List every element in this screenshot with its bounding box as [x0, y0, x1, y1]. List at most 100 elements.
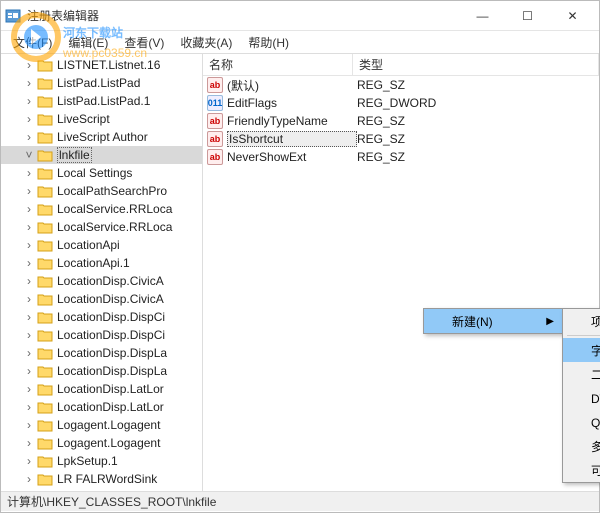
- tree-item[interactable]: ›LocalPathSearchPro: [1, 182, 202, 200]
- list-row[interactable]: abIsShortcutREG_SZ: [203, 130, 599, 148]
- tree-item[interactable]: › LocationApi: [1, 236, 202, 254]
- tree-item[interactable]: ›ListPad.ListPad: [1, 74, 202, 92]
- expand-icon[interactable]: ›: [23, 274, 35, 288]
- expand-icon[interactable]: ›: [23, 364, 35, 378]
- menu-file[interactable]: 文件(F): [5, 32, 60, 53]
- col-name[interactable]: 名称: [203, 54, 353, 75]
- folder-icon: [37, 184, 53, 198]
- tree-item[interactable]: › ListPad.ListPad.1: [1, 92, 202, 110]
- expand-icon[interactable]: ›: [23, 256, 35, 270]
- titlebar[interactable]: 注册表编辑器 — ☐ ✕: [1, 1, 599, 31]
- folder-icon: [37, 292, 53, 306]
- list-row[interactable]: 011EditFlagsREG_DWORD: [203, 94, 599, 112]
- col-type[interactable]: 类型: [353, 54, 599, 75]
- app-icon: [5, 8, 21, 24]
- tree-item[interactable]: ›LocationDisp.DispCi: [1, 326, 202, 344]
- tree-item[interactable]: ˅lnkfile: [1, 146, 202, 164]
- tree-item[interactable]: ›LpkSetup.1: [1, 452, 202, 470]
- ctx-menu-item[interactable]: QWORD (64 位)值(Q): [563, 410, 600, 434]
- expand-icon[interactable]: ›: [23, 310, 35, 324]
- ctx-menu-item[interactable]: DWORD (32 位)值(D): [563, 386, 600, 410]
- tree-item-label: LocationDisp.DispLa: [57, 346, 167, 360]
- tree-item[interactable]: ›LocationDisp.LatLor: [1, 398, 202, 416]
- tree-panel[interactable]: ›LISTNET.Listnet.16›ListPad.ListPad›List…: [1, 54, 203, 491]
- expand-icon[interactable]: ›: [23, 166, 35, 180]
- maximize-button[interactable]: ☐: [505, 2, 550, 30]
- expand-icon[interactable]: ›: [23, 220, 35, 234]
- tree-item[interactable]: ›LocationDisp.DispCi: [1, 308, 202, 326]
- expand-icon[interactable]: ›: [23, 76, 35, 90]
- value-type: REG_SZ: [357, 132, 405, 146]
- folder-icon: [37, 364, 53, 378]
- tree-item[interactable]: › Logagent.Logagent: [1, 416, 202, 434]
- folder-icon: [37, 454, 53, 468]
- expand-icon[interactable]: ›: [23, 346, 35, 360]
- expand-icon[interactable]: ˅: [23, 148, 35, 162]
- menu-edit[interactable]: 编辑(E): [60, 32, 116, 53]
- window-frame: 注册表编辑器 — ☐ ✕ 文件(F) 编辑(E) 查看(V) 收藏夹(A) 帮助…: [0, 0, 600, 513]
- ctx-menu-item[interactable]: 项(K): [563, 309, 600, 333]
- list-panel[interactable]: 名称 类型 ab(默认)REG_SZ011EditFlagsREG_DWORDa…: [203, 54, 599, 491]
- folder-icon: [37, 166, 53, 180]
- menu-help[interactable]: 帮助(H): [240, 32, 297, 53]
- tree-item[interactable]: › LocalService.RRLoca: [1, 200, 202, 218]
- tree-item[interactable]: › Local Settings: [1, 164, 202, 182]
- ctx-new[interactable]: 新建(N) ▶: [424, 309, 562, 333]
- expand-icon[interactable]: ›: [23, 94, 35, 108]
- tree-item-label: LocalService.RRLoca: [57, 202, 172, 216]
- value-type: REG_SZ: [357, 114, 405, 128]
- tree-item-label: LocationApi.1: [57, 256, 130, 270]
- expand-icon[interactable]: ›: [23, 400, 35, 414]
- close-button[interactable]: ✕: [550, 2, 595, 30]
- expand-icon[interactable]: ›: [23, 238, 35, 252]
- expand-icon[interactable]: ›: [23, 382, 35, 396]
- folder-icon: [37, 400, 53, 414]
- expand-icon[interactable]: ›: [23, 130, 35, 144]
- tree-item[interactable]: › LR FALRWordSink: [1, 470, 202, 488]
- expand-icon[interactable]: ›: [23, 58, 35, 72]
- tree-item-label: LISTNET.Listnet.16: [57, 58, 160, 72]
- tree-item[interactable]: ›LiveScript Author: [1, 128, 202, 146]
- expand-icon[interactable]: ›: [23, 418, 35, 432]
- expand-icon[interactable]: ›: [23, 184, 35, 198]
- ctx-menu-item[interactable]: 可扩充字符串值(E): [563, 458, 600, 482]
- expand-icon[interactable]: ›: [23, 292, 35, 306]
- list-row[interactable]: ab(默认)REG_SZ: [203, 76, 599, 94]
- tree-item-label: Local Settings: [57, 166, 132, 180]
- tree-item[interactable]: ›Logagent.Logagent: [1, 434, 202, 452]
- value-name: IsShortcut: [227, 131, 357, 147]
- list-row[interactable]: abNeverShowExtREG_SZ: [203, 148, 599, 166]
- ctx-menu-item[interactable]: 多字符串值(M): [563, 434, 600, 458]
- ctx-menu-item[interactable]: 二进制值(B): [563, 362, 600, 386]
- menu-favorites[interactable]: 收藏夹(A): [172, 32, 240, 53]
- tree-item-label: ListPad.ListPad.1: [57, 94, 150, 108]
- tree-item[interactable]: ›LocalService.RRLoca: [1, 218, 202, 236]
- tree-item[interactable]: ›LocationDisp.DispLa: [1, 362, 202, 380]
- tree-item[interactable]: › LiveScript: [1, 110, 202, 128]
- tree-item[interactable]: ›LocationDisp.CivicA: [1, 272, 202, 290]
- expand-icon[interactable]: ›: [23, 202, 35, 216]
- tree-item-label: LiveScript: [57, 112, 110, 126]
- tree-item[interactable]: › LocationDisp.LatLor: [1, 380, 202, 398]
- tree-item-label: LocationDisp.LatLor: [57, 382, 164, 396]
- menubar: 文件(F) 编辑(E) 查看(V) 收藏夹(A) 帮助(H): [1, 31, 599, 53]
- menu-view[interactable]: 查看(V): [116, 32, 172, 53]
- tree-item[interactable]: › LISTNET.Listnet.16: [1, 56, 202, 74]
- expand-icon[interactable]: ›: [23, 436, 35, 450]
- expand-icon[interactable]: ›: [23, 328, 35, 342]
- expand-icon[interactable]: ›: [23, 472, 35, 486]
- list-row[interactable]: abFriendlyTypeNameREG_SZ: [203, 112, 599, 130]
- minimize-button[interactable]: —: [460, 2, 505, 30]
- tree-item[interactable]: › LocationDisp.DispLa: [1, 344, 202, 362]
- folder-icon: [37, 274, 53, 288]
- ctx-item-label: 可扩充字符串值(E): [591, 462, 600, 479]
- tree-item-label: Logagent.Logagent: [57, 418, 160, 432]
- tree-item[interactable]: › LocationApi.1: [1, 254, 202, 272]
- ctx-menu-item[interactable]: 字符串值(S): [563, 338, 600, 362]
- folder-icon: [37, 130, 53, 144]
- expand-icon[interactable]: ›: [23, 454, 35, 468]
- expand-icon[interactable]: ›: [23, 112, 35, 126]
- tree-item-label: LocationApi: [57, 238, 120, 252]
- tree-item[interactable]: ›LocationDisp.CivicA: [1, 290, 202, 308]
- tree-item-label: LR FALRWordSink: [57, 472, 157, 486]
